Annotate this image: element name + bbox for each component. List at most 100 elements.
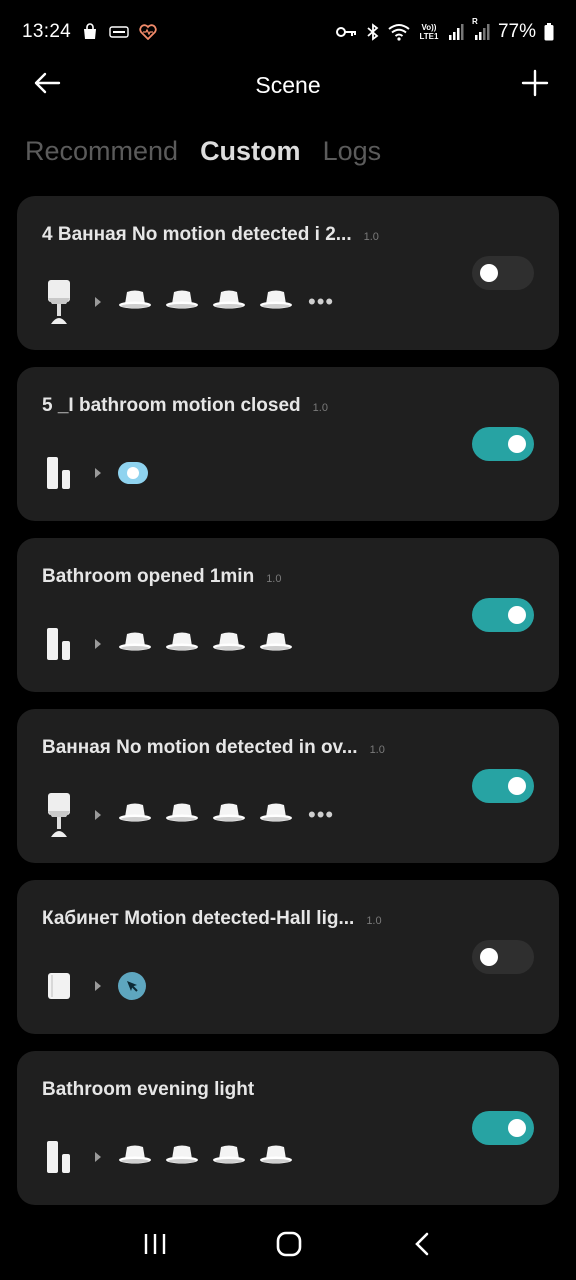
scene-flow: ••• <box>42 276 334 328</box>
scene-title: Bathroom opened 1min 1.0 <box>42 566 281 588</box>
ceiling-light-icon <box>165 802 199 829</box>
tab-custom[interactable]: Custom <box>200 136 301 167</box>
system-navbar <box>0 1212 576 1280</box>
scene-card[interactable]: Кабинет Motion detected-Hall lig... 1.0 <box>17 880 559 1034</box>
scene-actions <box>118 462 148 484</box>
more-actions-icon: ••• <box>308 802 335 827</box>
ceiling-light-icon <box>259 1144 293 1171</box>
scene-card[interactable]: Ванная No motion detected in ov... 1.0 ••• <box>17 709 559 863</box>
ceiling-light-icon <box>212 631 246 658</box>
arrow-right-icon <box>94 980 102 992</box>
scene-toggle[interactable] <box>472 427 534 461</box>
scene-flow <box>42 618 293 670</box>
scene-name: Кабинет Motion detected-Hall lig... <box>42 908 355 929</box>
scene-flow <box>42 447 148 499</box>
scene-name: Bathroom opened 1min <box>42 566 255 587</box>
door-sensor-icon <box>42 1131 76 1183</box>
signal-roaming-icon: R <box>472 17 490 41</box>
toggle-knob <box>508 1119 526 1137</box>
ceiling-light-icon <box>165 631 199 658</box>
scene-flow <box>42 960 146 1012</box>
scene-title: Ванная No motion detected in ov... 1.0 <box>42 737 385 759</box>
back-arrow-icon[interactable] <box>32 68 62 103</box>
scene-title: Кабинет Motion detected-Hall lig... 1.0 <box>42 908 382 930</box>
ceiling-light-icon <box>259 802 293 829</box>
scene-actions <box>118 631 293 658</box>
ceiling-light-icon <box>118 631 152 658</box>
home-icon[interactable] <box>275 1230 303 1263</box>
scene-name: Bathroom evening light <box>42 1079 255 1100</box>
page-title: Scene <box>255 71 321 98</box>
ceiling-light-icon <box>212 802 246 829</box>
scene-actions <box>118 972 146 1000</box>
ceiling-light-icon <box>259 631 293 658</box>
cube-sensor-icon <box>42 960 76 1012</box>
scene-flow <box>42 1131 293 1183</box>
scene-toggle[interactable] <box>472 1111 534 1145</box>
volte-icon: Vo)) LTE1 <box>418 23 440 41</box>
scene-toggle[interactable] <box>472 256 534 290</box>
ceiling-light-icon <box>259 289 293 316</box>
scene-version: 1.0 <box>266 573 282 585</box>
ceiling-light-icon <box>165 289 199 316</box>
toggle-knob <box>480 264 498 282</box>
battery-icon <box>544 23 554 41</box>
more-actions-icon: ••• <box>308 289 335 314</box>
arrow-right-icon <box>94 809 102 821</box>
toggle-knob <box>508 777 526 795</box>
scene-card[interactable]: 5 _I bathroom motion closed 1.0 <box>17 367 559 521</box>
battery-percent: 77% <box>497 21 536 42</box>
cursor-action-icon <box>118 972 146 1000</box>
scene-version: 1.0 <box>312 402 328 414</box>
signal-icon <box>448 23 464 41</box>
scene-version: 1.0 <box>366 915 382 927</box>
ceiling-light-icon <box>165 1144 199 1171</box>
ceiling-light-icon <box>118 289 152 316</box>
motion-sensor-icon <box>42 276 76 328</box>
scene-card[interactable]: 4 Ванная No motion detected i 2... 1.0 ••• <box>17 196 559 350</box>
motion-sensor-icon <box>42 789 76 841</box>
ceiling-light-icon <box>118 1144 152 1171</box>
tab-recommend[interactable]: Recommend <box>25 136 178 167</box>
scene-title: Bathroom evening light <box>42 1079 266 1101</box>
scene-name: 5 _I bathroom motion closed <box>42 395 301 416</box>
scene-title: 4 Ванная No motion detected i 2... 1.0 <box>42 224 379 246</box>
ceiling-light-icon <box>212 1144 246 1171</box>
toggle-knob <box>480 948 498 966</box>
toggle-knob <box>508 435 526 453</box>
scene-version: 1.0 <box>369 744 385 756</box>
arrow-right-icon <box>94 1151 102 1163</box>
card-icon <box>109 25 129 39</box>
scene-flow: ••• <box>42 789 334 841</box>
scene-card[interactable]: Bathroom opened 1min 1.0 <box>17 538 559 692</box>
status-time: 13:24 <box>22 21 72 42</box>
key-icon <box>335 25 358 39</box>
door-sensor-icon <box>42 618 76 670</box>
scene-actions: ••• <box>118 289 334 316</box>
ceiling-light-icon <box>212 289 246 316</box>
scene-card[interactable]: Bathroom evening light <box>17 1051 559 1205</box>
toggle-knob <box>508 606 526 624</box>
arrow-right-icon <box>94 638 102 650</box>
arrow-right-icon <box>94 467 102 479</box>
arrow-right-icon <box>94 296 102 308</box>
scene-toggle[interactable] <box>472 769 534 803</box>
status-bar: 13:24 Vo)) LTE1 R 77% <box>0 0 576 64</box>
scene-toggle[interactable] <box>472 940 534 974</box>
scene-version: 1.0 <box>363 231 379 243</box>
add-scene-icon[interactable] <box>520 68 550 103</box>
wifi-icon <box>388 23 410 41</box>
ceiling-light-icon <box>118 802 152 829</box>
scene-tabs: Recommend Custom Logs <box>25 136 381 167</box>
app-header: Scene <box>0 58 576 112</box>
tab-logs[interactable]: Logs <box>323 136 382 167</box>
bluetooth-icon <box>366 23 380 41</box>
roaming-label: R <box>471 17 478 26</box>
switch-action-icon <box>118 462 148 484</box>
scene-name: 4 Ванная No motion detected i 2... <box>42 224 352 245</box>
scene-actions <box>118 1144 293 1171</box>
back-nav-icon[interactable] <box>410 1231 434 1262</box>
recent-apps-icon[interactable] <box>142 1231 168 1262</box>
scene-toggle[interactable] <box>472 598 534 632</box>
scene-actions: ••• <box>118 802 334 829</box>
